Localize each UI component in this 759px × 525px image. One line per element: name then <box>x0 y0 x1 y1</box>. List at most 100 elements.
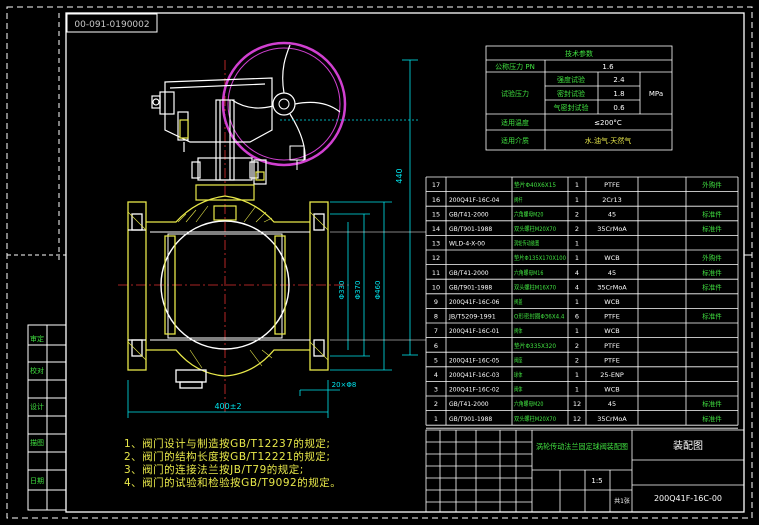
bom-item-code: 200Q41F-16C-05 <box>449 357 499 364</box>
bom-item-material: WCB <box>604 386 619 394</box>
bom-item-remark: 标准件 <box>702 414 722 423</box>
spec-sub-label: 气密封试验 <box>554 103 589 112</box>
bom-item-qty: 12 <box>573 400 581 408</box>
bom-item-material: 2Cr13 <box>602 196 622 204</box>
bom-item-no: 1 <box>434 415 438 423</box>
dim-height: 440 <box>395 168 404 183</box>
dim-bolts: 20×Φ8 <box>332 381 357 389</box>
bom-item-qty: 12 <box>573 415 581 423</box>
spec-value: 水.油气.天然气 <box>585 136 631 145</box>
bom-item-name: 涡轮传动装置 <box>514 240 539 248</box>
spec-label: 适用温度 <box>501 118 529 127</box>
spec-label: 适用介质 <box>501 136 529 145</box>
bom-item-no: 11 <box>432 269 440 277</box>
bom-item-name: 双头螺柱M20X70 <box>514 225 556 233</box>
valve-body-section <box>127 195 329 389</box>
bom-item-code: 200Q41F-16C-03 <box>449 372 499 379</box>
bom-item-material: 35CrMoA <box>597 415 627 423</box>
bom-item-code: GB/T901-1988 <box>449 226 492 233</box>
bom-item-no: 9 <box>434 298 438 306</box>
dim-diameter-1: Φ460 <box>374 281 382 300</box>
spec-title: 技术参数 <box>565 49 593 58</box>
spec-value: ≤200°C <box>594 119 622 127</box>
bom-item-name: 垫片Φ135X170X100 <box>514 254 566 262</box>
bom-item-no: 6 <box>434 342 438 350</box>
bom-item-remark: 标准件 <box>702 224 722 233</box>
bom-item-qty: 2 <box>575 210 579 218</box>
bom-item-material: WCB <box>604 298 619 306</box>
bom-item-material: WCB <box>604 327 619 335</box>
bom-item-remark: 标准件 <box>702 268 722 277</box>
drawing-number: 200Q41F-16C-00 <box>654 494 722 503</box>
bom-item-code: 200Q41F-16C-01 <box>449 328 499 335</box>
bom-item-name: O形密封圈Φ36X4.4 <box>514 313 565 321</box>
bom-item-name: 球体 <box>514 371 522 379</box>
bom-item-material: PTFE <box>604 181 620 189</box>
bom-item-no: 17 <box>432 181 440 189</box>
strip-label: 日期 <box>30 477 44 485</box>
bom-item-qty: 1 <box>575 196 579 204</box>
bom-item-name: 六角螺母M20 <box>514 210 544 218</box>
bom-item-no: 7 <box>434 327 438 335</box>
bom-item-qty: 1 <box>575 386 579 394</box>
spec-sub-value: 0.6 <box>613 104 625 112</box>
left-approval-strip: 审定 校对 设计 描图 日期 <box>27 324 67 511</box>
technical-note: 1、阀门设计与制造按GB/T12237的规定; <box>124 438 331 450</box>
bom-item-qty: 4 <box>575 269 579 277</box>
spec-value: 1.6 <box>602 63 614 71</box>
bom-item-name: 垫片Φ335X320 <box>514 342 556 350</box>
spec-label: 公称压力 PN <box>495 62 535 71</box>
bom-item-code: GB/T41-2000 <box>449 401 489 408</box>
bom-item-qty: 1 <box>575 327 579 335</box>
bom-item-code: GB/T901-1988 <box>449 416 492 423</box>
bom-item-no: 8 <box>434 313 438 321</box>
bom-item-material: PTFE <box>604 342 620 350</box>
bom-item-code: GB/T41-2000 <box>449 211 489 218</box>
bom-item-no: 3 <box>434 386 438 394</box>
valve-assembly-drawing: 440 Φ460 Φ370 Φ330 400±2 20×Φ8 <box>118 41 420 418</box>
spec-table <box>485 45 673 151</box>
bom-item-name: 阀体 <box>514 327 522 335</box>
bom-item-no: 12 <box>432 254 440 262</box>
strip-label: 设计 <box>30 402 44 411</box>
bom-item-remark: 标准件 <box>702 399 722 408</box>
spec-sub-label: 强度试验 <box>557 75 585 84</box>
handwheel <box>221 41 347 170</box>
technical-note: 4、阀门的试验和检验按GB/T9092的规定。 <box>124 477 342 489</box>
bom-item-code: 200Q41F-16C-06 <box>449 299 499 306</box>
drawing-code-stamp: 00-091-0190002 <box>74 20 149 30</box>
strip-label: 审定 <box>30 334 44 343</box>
spec-label: 试验压力 <box>501 89 529 98</box>
bom-table: 17 垫片Φ40X6X15 1 PTFE 外购件16 200Q41F-16C-04 阀杆 1 2… <box>425 176 739 429</box>
drawing-name: 装配图 <box>673 439 703 452</box>
drawing-scale: 1:5 <box>591 477 602 485</box>
bom-item-material: 25-ENP <box>600 371 624 379</box>
bom-item-remark: 标准件 <box>702 209 722 218</box>
bom-item-code: 200Q41F-16C-02 <box>449 387 499 394</box>
bom-item-code: JB/T5209-1991 <box>448 314 496 321</box>
dim-diameter-2: Φ370 <box>354 281 362 300</box>
bom-item-no: 4 <box>434 371 438 379</box>
dim-overall-length: 400±2 <box>214 402 241 411</box>
bom-item-qty: 6 <box>575 313 579 321</box>
bom-item-qty: 1 <box>575 298 579 306</box>
bom-item-name: 六角螺母M20 <box>514 400 544 408</box>
bom-item-material: WCB <box>604 254 619 262</box>
bom-item-no: 13 <box>432 240 440 248</box>
strip-label: 描图 <box>30 438 44 447</box>
dim-diameter-3: Φ330 <box>338 281 346 300</box>
bom-item-name: 垫片Φ40X6X15 <box>514 181 556 189</box>
bom-item-code: GB/T901-1988 <box>449 284 492 291</box>
bom-item-qty: 2 <box>575 225 579 233</box>
technical-note: 2、阀门的结构长度按GB/T12221的规定; <box>124 451 331 463</box>
bom-item-material: 35CrMoA <box>597 225 627 233</box>
bom-item-qty: 2 <box>575 356 579 364</box>
bom-item-remark: 外购件 <box>702 253 722 262</box>
bom-item-material: PTFE <box>604 356 620 364</box>
bom-item-qty: 1 <box>575 181 579 189</box>
product-name: 涡轮传动法兰固定球阀装配图 <box>536 441 628 451</box>
bom-item-code: 200Q41F-16C-04 <box>449 197 499 204</box>
bom-item-code: WLD-4-X-00 <box>449 241 485 248</box>
bom-item-remark: 外购件 <box>702 180 722 189</box>
bom-item-qty: 1 <box>575 240 579 248</box>
